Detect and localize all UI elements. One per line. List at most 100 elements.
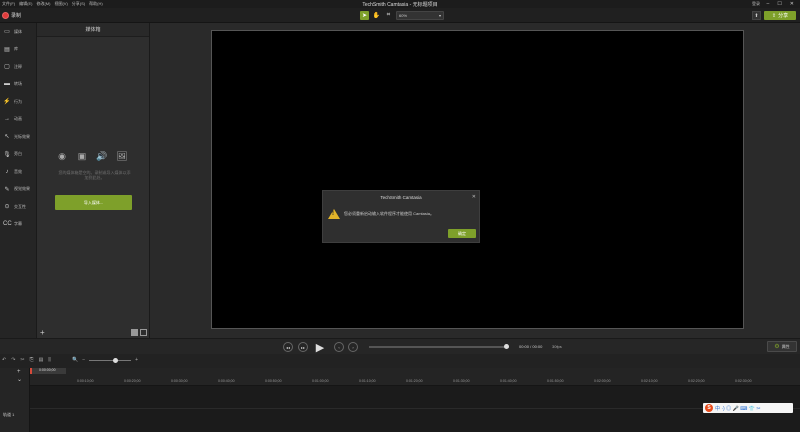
scrubber-handle[interactable] [503, 344, 509, 349]
ruler-tick: 0:01:10;00 [359, 379, 376, 383]
sidebar-item-captions[interactable]: CC 字幕 [0, 216, 36, 234]
collapse-icon[interactable]: ⌄ [17, 376, 22, 383]
track-divider [30, 408, 800, 409]
undo-icon[interactable]: ↶ [2, 357, 6, 363]
preview-area [150, 23, 800, 338]
sidebar-item-library[interactable]: ▤ 库 [0, 41, 36, 59]
share-button[interactable]: ⇪ 分享 [764, 11, 796, 20]
tools-sidebar: ▭ 媒体 ▤ 库 ▢ 注释 ▬ 转场 ⚡ 行为 → 动画 ↖ 光标效果 🎙 旁白 ♪ 音效 ✎ 视觉… [0, 23, 37, 338]
voice-narration-icon: 🎙 [3, 151, 11, 158]
copy-icon[interactable]: ⎘ [30, 357, 34, 363]
list-view-icon[interactable] [140, 329, 147, 336]
zoom-in-icon[interactable]: + [135, 357, 138, 363]
gear-icon: ⚙ [774, 344, 780, 350]
play-icon[interactable]: ▶ [313, 340, 327, 354]
zoom-slider-handle[interactable] [113, 357, 119, 363]
view-toggle [131, 329, 147, 336]
ruler-tick: 0:01:50;00 [547, 379, 564, 383]
ime-tools[interactable]: 中 ·) ◎ 🎤 ⌨ 👕 ✂ [715, 405, 761, 412]
warning-icon: ! [328, 209, 340, 219]
share-area: ⬆ ⇪ 分享 [752, 11, 796, 20]
maximize-icon[interactable]: ☐ [777, 1, 781, 7]
playback-scrubber[interactable] [369, 346, 509, 348]
fps-display: 30fps [552, 344, 562, 349]
login-link[interactable]: 登录 [752, 1, 760, 7]
close-icon[interactable]: ✕ [790, 1, 794, 7]
ruler-tick: 0:00:10;00 [77, 379, 94, 383]
dialog-title: TechSmith Camtasia [380, 194, 422, 200]
time-display: 00:00 / 00:00 [519, 344, 543, 349]
dialog-body: ! 您必须重新启动输入软件程序才能使用 Camtasia。 [323, 203, 479, 219]
cursor-effects-icon: ↖ [4, 134, 10, 141]
captions-icon: CC [3, 221, 12, 228]
upload-icon[interactable]: ⬆ [752, 11, 761, 20]
minimize-icon[interactable]: – [767, 1, 770, 7]
add-track-icon[interactable]: + [17, 369, 21, 375]
step-back-icon[interactable]: ◂◂ [283, 342, 293, 352]
sidebar-item-transitions[interactable]: ▬ 转场 [0, 76, 36, 94]
ruler-tick: 0:02:10;00 [641, 379, 658, 383]
audio-effects-icon: ♪ [5, 168, 9, 175]
video-media-icon: ▣ [77, 151, 87, 161]
sidebar-item-voice-narration[interactable]: 🎙 旁白 [0, 146, 36, 164]
window-controls: – ☐ ✕ [767, 1, 794, 7]
sidebar-item-label: 光标效果 [14, 133, 30, 139]
search-icon: 🔍 [72, 357, 79, 363]
sidebar-item-media[interactable]: ▭ 媒体 [0, 23, 36, 41]
sidebar-item-label: 库 [14, 46, 18, 52]
zoom-dropdown[interactable]: 60% ▾ [396, 11, 444, 20]
track-row[interactable] [30, 386, 800, 432]
timeline-ruler[interactable]: 0:00:10;00 0:00:20;00 0:00:30;00 0:00:40;00… [30, 368, 800, 386]
pan-tool-icon[interactable]: ✋ [372, 11, 381, 20]
properties-button[interactable]: ⚙ 属性 [767, 341, 797, 352]
split-icon[interactable]: ⫼ [48, 357, 50, 363]
sidebar-item-label: 转场 [14, 81, 22, 87]
sidebar-item-cursor-effects[interactable]: ↖ 光标效果 [0, 128, 36, 146]
pointer-tool-icon[interactable]: ➤ [360, 11, 369, 20]
track-header: + ⌄ 轨道 1 [0, 368, 30, 432]
video-canvas[interactable] [211, 30, 744, 329]
zoom-slider[interactable] [89, 357, 132, 363]
sidebar-item-animations[interactable]: → 动画 [0, 111, 36, 129]
ok-button[interactable]: 确定 [448, 229, 476, 238]
sidebar-item-behaviors[interactable]: ⚡ 行为 [0, 93, 36, 111]
image-media-icon: 🖼 [116, 151, 128, 161]
sidebar-item-label: 字幕 [14, 221, 22, 227]
record-label: 录制 [11, 13, 22, 19]
sidebar-item-audio-effects[interactable]: ♪ 音效 [0, 163, 36, 181]
import-media-button[interactable]: 导入媒体... [55, 195, 132, 210]
playback-bar: ◂◂ ▸▸ ▶ ‹ › 00:00 / 00:00 30fps ⚙ 属性 [0, 338, 800, 354]
timeline-zoom: 🔍 − + [72, 357, 138, 363]
record-button[interactable]: 录制 [2, 12, 21, 19]
ruler-tick: 0:02:30;00 [735, 379, 752, 383]
share-icon: ⇪ [771, 12, 777, 19]
crop-tool-icon[interactable]: ⌗ [384, 11, 393, 20]
close-icon[interactable]: ✕ [472, 194, 476, 200]
sidebar-item-visual-effects[interactable]: ✎ 视觉效果 [0, 181, 36, 199]
previous-icon[interactable]: ‹ [334, 342, 344, 352]
zoom-value: 60% [399, 13, 408, 18]
next-icon[interactable]: › [348, 342, 358, 352]
paste-icon[interactable]: ▤ [39, 357, 44, 363]
add-icon[interactable]: + [40, 328, 45, 337]
sidebar-item-label: 媒体 [14, 28, 22, 34]
ruler-tick: 0:00:30;00 [171, 379, 188, 383]
ruler-tick: 0:00:40;00 [218, 379, 235, 383]
sidebar-item-interactivity[interactable]: ⊙ 交互性 [0, 198, 36, 216]
edit-tools: ↶ ↷ ✂ ⎘ ▤ ⫼ [2, 357, 51, 363]
step-forward-icon[interactable]: ▸▸ [298, 342, 308, 352]
audio-media-icon: 🔊 [96, 151, 108, 161]
zoom-out-icon[interactable]: − [82, 357, 85, 363]
record-media-icon: ◉ [58, 151, 66, 161]
sogou-logo-icon[interactable]: S [705, 404, 713, 412]
transitions-icon: ▬ [4, 81, 10, 88]
sidebar-item-label: 交互性 [14, 203, 26, 209]
interactivity-icon: ⊙ [4, 204, 10, 211]
dialog-message: 您必须重新启动输入软件程序才能使用 Camtasia。 [344, 211, 435, 216]
window-title: TechSmith Camtasia - 无标题项目 [362, 2, 438, 8]
grid-view-icon[interactable] [131, 329, 138, 336]
cut-icon[interactable]: ✂ [20, 357, 24, 363]
canvas-tools: ➤ ✋ ⌗ 60% ▾ [360, 11, 444, 20]
redo-icon[interactable]: ↷ [11, 357, 15, 363]
sidebar-item-annotations[interactable]: ▢ 注释 [0, 58, 36, 76]
